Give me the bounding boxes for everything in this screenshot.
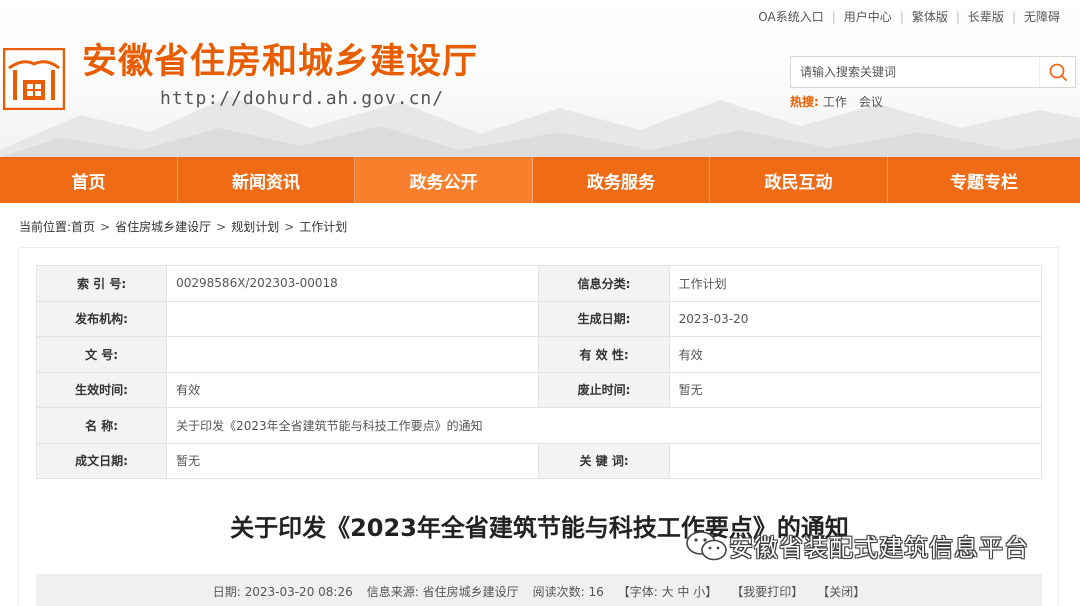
breadcrumb-department[interactable]: 省住房城乡建设厅: [115, 218, 211, 235]
search-button[interactable]: [1039, 57, 1075, 87]
validity-value: 有效: [668, 336, 1043, 373]
breadcrumb: 当前位置: 首页 > 省住房城乡建设厅 > 规划计划 > 工作计划: [19, 218, 347, 235]
index-number-value: 00298586X/202303-00018: [166, 265, 540, 302]
category-value: 工作计划: [668, 265, 1043, 302]
site-name[interactable]: 安徽省住房和城乡建设厅: [82, 43, 478, 82]
nav-item-news[interactable]: 新闻资讯: [178, 157, 355, 203]
search-icon: [1049, 63, 1067, 81]
hot-search-item[interactable]: 会议: [859, 93, 883, 110]
main-nav: 首页 新闻资讯 政务公开 政务服务 政民互动 专题专栏: [0, 157, 1080, 203]
hot-search-label: 热搜:: [790, 95, 819, 109]
publisher-value: [166, 300, 540, 337]
generated-date-label: 生成日期:: [538, 300, 670, 337]
top-links: OA系统入口 | 用户中心 | 繁体版 | 长辈版 | 无障碍: [750, 8, 1068, 25]
table-row: 索 引 号: 00298586X/202303-00018 信息分类: 工作计划: [35, 265, 1043, 302]
category-label: 信息分类:: [538, 265, 670, 302]
user-center-link[interactable]: 用户中心: [836, 8, 900, 25]
keywords-value: [668, 442, 1043, 479]
breadcrumb-separator: >: [284, 219, 295, 234]
index-number-label: 索 引 号:: [35, 265, 168, 302]
font-size-selector[interactable]: 【字体: 大 中 小】: [618, 583, 718, 600]
breadcrumb-separator: >: [216, 219, 227, 234]
document-number-value: [166, 336, 540, 373]
table-row: 成文日期: 暂无 关 键 词:: [35, 442, 1043, 479]
site-logo[interactable]: [3, 48, 65, 110]
site-url[interactable]: http://dohurd.ah.gov.cn/: [160, 88, 444, 109]
effective-time-value: 有效: [166, 371, 540, 408]
traditional-chinese-link[interactable]: 繁体版: [904, 8, 956, 25]
document-number-label: 文 号:: [35, 336, 168, 373]
breadcrumb-work-plan[interactable]: 工作计划: [299, 218, 347, 235]
search-box: [790, 56, 1076, 88]
print-button[interactable]: 【我要打印】: [731, 583, 803, 600]
close-button[interactable]: 【关闭】: [817, 583, 865, 600]
publisher-label: 发布机构:: [35, 300, 168, 337]
effective-time-label: 生效时间:: [35, 371, 168, 408]
breadcrumb-prefix: 当前位置:: [19, 220, 72, 234]
nav-item-interaction[interactable]: 政民互动: [710, 157, 888, 203]
metadata-table: 索 引 号: 00298586X/202303-00018 信息分类: 工作计划…: [35, 265, 1043, 479]
breadcrumb-planning[interactable]: 规划计划: [231, 218, 279, 235]
written-date-value: 暂无: [166, 442, 540, 479]
hot-search-item[interactable]: 工作: [823, 93, 847, 110]
search-input[interactable]: [791, 57, 1041, 87]
info-source: 信息来源: 省住房城乡建设厅: [366, 584, 519, 599]
keywords-label: 关 键 词:: [538, 442, 670, 479]
table-row: 生效时间: 有效 废止时间: 暂无: [35, 371, 1043, 408]
publish-date: 日期: 2023-03-20 08:26: [212, 584, 353, 599]
site-header: 安徽省住房和城乡建设厅 http://dohurd.ah.gov.cn/ OA系…: [0, 0, 1080, 157]
expiry-time-label: 废止时间:: [538, 371, 670, 408]
nav-item-government-affairs[interactable]: 政务公开: [355, 157, 533, 203]
written-date-label: 成文日期:: [35, 442, 168, 479]
breadcrumb-separator: >: [100, 219, 111, 234]
name-label: 名 称:: [35, 407, 168, 444]
name-value: 关于印发《2023年全省建筑节能与科技工作要点》的通知: [166, 407, 1042, 444]
validity-label: 有 效 性:: [538, 336, 670, 373]
article-info-bar: 日期: 2023-03-20 08:26 信息来源: 省住房城乡建设厅 阅读次数…: [36, 574, 1042, 606]
nav-item-government-services[interactable]: 政务服务: [533, 157, 710, 203]
generated-date-value: 2023-03-20: [668, 300, 1043, 337]
accessibility-link[interactable]: 无障碍: [1016, 8, 1068, 25]
nav-item-special-topics[interactable]: 专题专栏: [888, 157, 1080, 203]
table-row: 文 号: 有 效 性: 有效: [35, 336, 1043, 373]
watermark: 安徽省装配式建筑信息平台: [685, 528, 1029, 563]
watermark-text: 安徽省装配式建筑信息平台: [729, 534, 1029, 562]
expiry-time-value: 暂无: [668, 371, 1043, 408]
breadcrumb-home[interactable]: 首页: [71, 218, 95, 235]
view-count: 阅读次数: 16: [532, 584, 604, 599]
table-row: 发布机构: 生成日期: 2023-03-20: [35, 300, 1043, 337]
nav-item-home[interactable]: 首页: [0, 157, 178, 203]
table-row: 名 称: 关于印发《2023年全省建筑节能与科技工作要点》的通知: [35, 407, 1042, 444]
elder-version-link[interactable]: 长辈版: [960, 8, 1012, 25]
content-panel: 索 引 号: 00298586X/202303-00018 信息分类: 工作计划…: [18, 247, 1059, 606]
wechat-icon: [686, 530, 727, 560]
hot-search: 热搜: 工作 会议: [790, 93, 895, 110]
oa-entry-link[interactable]: OA系统入口: [750, 8, 831, 25]
